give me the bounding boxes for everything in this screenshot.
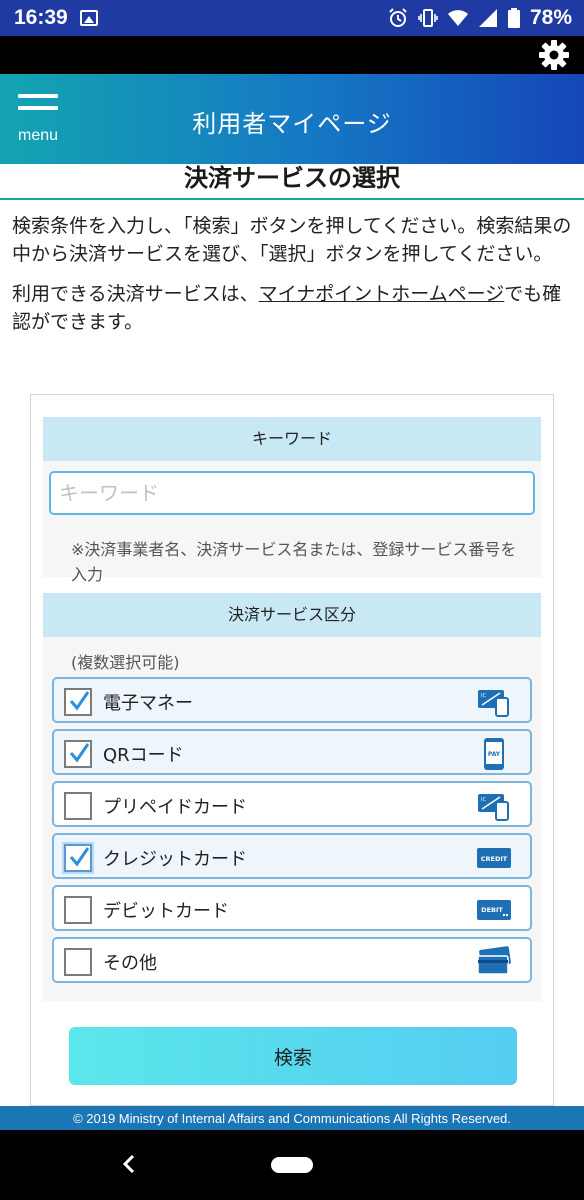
status-right: 78% <box>388 6 572 30</box>
multi-select-note: (複数選択可能) <box>71 653 180 672</box>
alarm-icon <box>389 8 407 27</box>
keyword-input[interactable] <box>49 471 535 515</box>
keyword-heading: キーワード <box>43 417 541 461</box>
checkbox[interactable] <box>64 740 92 768</box>
intro-text: 検索条件を入力し、「検索」ボタンを押してください。検索結果の中から決済サービスを… <box>12 212 572 336</box>
pay-text: PAY <box>488 751 501 758</box>
intro-paragraph: 検索条件を入力し、「検索」ボタンを押してください。検索結果の中から決済サービスを… <box>12 215 572 265</box>
option-label: デビットカード <box>103 901 229 922</box>
footer-copyright: © 2019 Ministry of Internal Affairs and … <box>0 1106 584 1130</box>
pay-phone-icon: PAY <box>484 738 504 770</box>
hamburger-icon <box>18 94 58 98</box>
ic-card-icon: IC <box>478 690 509 717</box>
option-prepaid-card[interactable]: プリペイドカード IC <box>52 781 532 827</box>
option-label: QRコード <box>103 745 184 766</box>
debit-text: DEBIT <box>481 906 503 914</box>
credit-card-icon: CREDIT <box>477 848 511 868</box>
checkbox[interactable] <box>64 948 92 976</box>
gear-icon[interactable] <box>538 39 570 71</box>
option-qr-code[interactable]: QRコード PAY <box>52 729 532 775</box>
mynapoint-homepage-link[interactable]: マイナポイントホームページ <box>259 283 505 305</box>
cards-icon <box>477 946 511 975</box>
checkbox[interactable] <box>64 792 92 820</box>
image-icon <box>79 10 98 26</box>
option-other[interactable]: その他 <box>52 937 532 983</box>
option-e-money[interactable]: 電子マネー IC <box>52 677 532 723</box>
home-pill-icon[interactable] <box>271 1157 313 1173</box>
check-icon <box>69 847 90 867</box>
option-label: その他 <box>103 953 157 974</box>
search-panel: キーワード ※決済事業者名、決済サービス名または、登録サービス番号を入力 決済サ… <box>30 394 554 1106</box>
ic-text: IC <box>481 693 486 699</box>
option-label: クレジットカード <box>103 849 247 870</box>
debit-card-icon: DEBIT <box>477 900 511 920</box>
status-bar: 16:39 78% <box>0 0 584 36</box>
battery-percent: 78% <box>529 6 572 29</box>
option-debit-card[interactable]: デビットカード DEBIT <box>52 885 532 931</box>
app-header: menu 利用者マイページ <box>0 74 584 164</box>
page-title: 決済サービスの選択 <box>0 164 584 200</box>
intro-paragraph-2: 利用できる決済サービスは、マイナポイントホームページでも確認ができます。 <box>12 280 572 336</box>
vibrate-icon <box>418 9 438 27</box>
back-icon[interactable] <box>118 1152 140 1176</box>
wifi-icon <box>447 10 468 26</box>
check-icon <box>69 743 90 763</box>
top-toolbar <box>0 36 584 74</box>
credit-text: CREDIT <box>481 855 508 863</box>
check-icon <box>69 691 90 711</box>
checkbox[interactable] <box>64 896 92 924</box>
battery-icon <box>507 8 520 28</box>
app-title: 利用者マイページ <box>192 110 392 138</box>
signal-icon <box>478 9 497 27</box>
android-nav-bar <box>0 1130 584 1200</box>
ic-card-icon: IC <box>478 794 509 821</box>
service-type-section: 決済サービス区分 (複数選択可能) 電子マネー IC QRコード PAY プリペ… <box>43 593 541 1001</box>
status-time: 16:39 <box>14 6 68 29</box>
option-label: プリペイドカード <box>103 797 247 818</box>
keyword-note: ※決済事業者名、決済サービス名または、登録サービス番号を入力 <box>71 540 517 584</box>
search-button[interactable]: 検索 <box>69 1027 517 1085</box>
service-type-heading: 決済サービス区分 <box>43 593 541 637</box>
option-credit-card[interactable]: クレジットカード CREDIT <box>52 833 532 879</box>
keyword-section: キーワード ※決済事業者名、決済サービス名または、登録サービス番号を入力 <box>43 417 541 584</box>
ic-text: IC <box>481 797 486 803</box>
checkbox[interactable] <box>64 688 92 716</box>
checkbox[interactable] <box>64 844 92 872</box>
option-label: 電子マネー <box>103 693 193 714</box>
intro2-prefix: 利用できる決済サービスは、 <box>12 283 259 305</box>
